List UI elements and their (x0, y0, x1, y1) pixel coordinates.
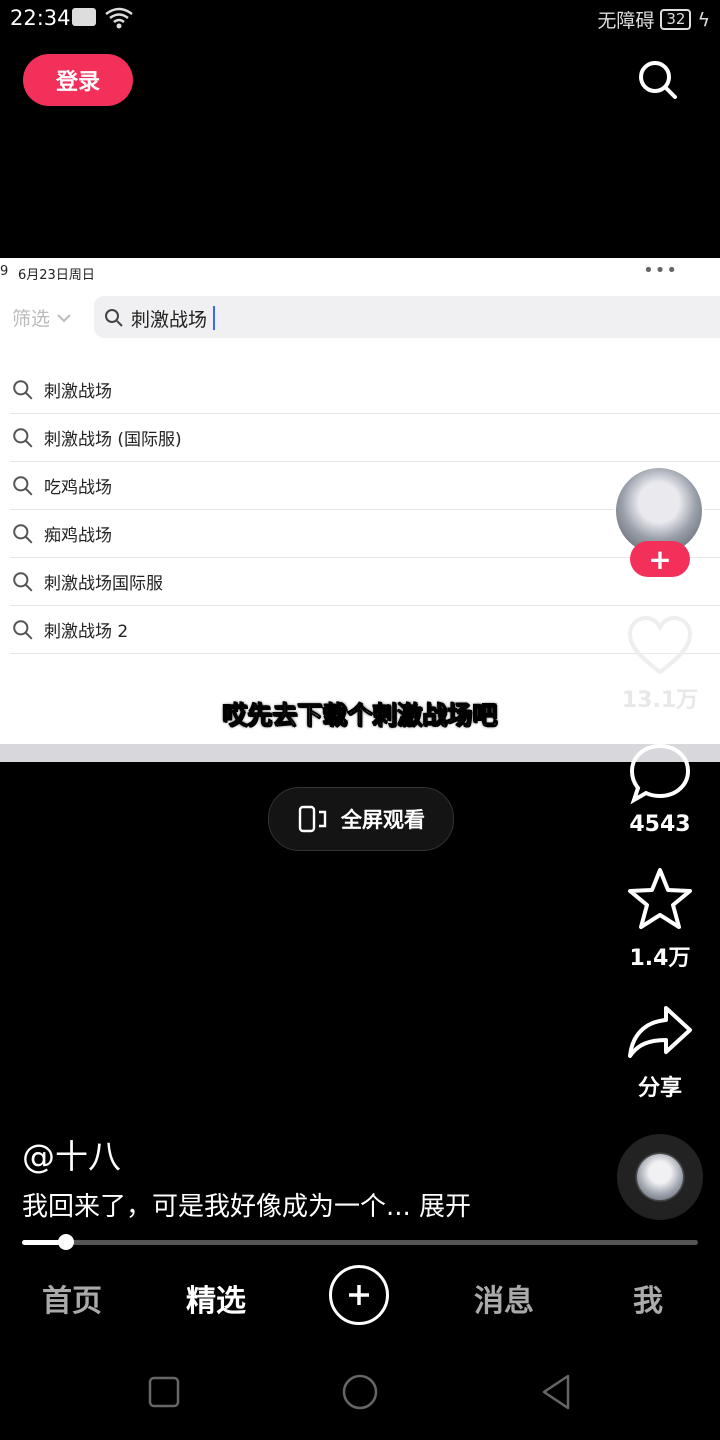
share-icon[interactable] (626, 1000, 694, 1068)
text-caret (213, 306, 215, 330)
plus-icon (349, 1285, 369, 1305)
share-label: 分享 (637, 1076, 682, 1101)
star-icon[interactable] (626, 866, 694, 934)
fullscreen-label: 全屏观看 (341, 808, 425, 832)
suggestion-text: 刺激战场 (44, 382, 112, 402)
video-filter: 筛选 (12, 304, 72, 331)
suggestion-text: 痴鸡战场 (44, 526, 112, 546)
wifi-icon (105, 7, 133, 29)
music-cover (637, 1154, 683, 1200)
status-time: 22:34 (10, 6, 71, 30)
video-date: 6月23日周日 (18, 268, 95, 283)
list-item: 刺激战场 (国际服) (10, 414, 720, 462)
comment-icon[interactable] (626, 740, 694, 808)
list-item: 刺激战场 (10, 366, 720, 414)
comment-count: 4543 (629, 812, 691, 837)
video-search-text: 刺激战场 (131, 309, 208, 331)
follow-button[interactable]: + (630, 541, 690, 577)
progress-knob[interactable] (58, 1234, 74, 1250)
notification-icon (72, 8, 96, 26)
search-icon (13, 427, 33, 448)
tab-home[interactable]: 首页 (42, 1276, 102, 1320)
search-icon (13, 571, 33, 592)
charging-icon: ϟ (697, 8, 710, 31)
suggestion-text: 刺激战场 (国际服) (44, 430, 182, 450)
video-date-prefix: 9 (0, 264, 9, 279)
fullscreen-button[interactable]: 全屏观看 (268, 787, 454, 851)
author-name[interactable]: @十八 (22, 1130, 121, 1178)
tab-featured[interactable]: 精选 (186, 1276, 246, 1320)
search-icon (13, 619, 33, 640)
more-dots-icon: ••• (643, 260, 678, 281)
add-button[interactable] (329, 1265, 389, 1325)
suggestion-text: 刺激战场 2 (44, 622, 129, 642)
tab-me[interactable]: 我 (633, 1276, 663, 1320)
list-item: 刺激战场国际服 (10, 558, 720, 606)
home-icon[interactable] (340, 1372, 380, 1412)
search-icon (13, 379, 33, 400)
post-description[interactable]: 我回来了，可是我好像成为一个... 展开 (22, 1186, 471, 1223)
suggestion-text: 吃鸡战场 (44, 478, 112, 498)
search-icon[interactable] (636, 58, 680, 102)
status-right: 无障碍 32 ϟ (597, 6, 710, 33)
progress-track[interactable] (22, 1240, 698, 1245)
search-icon (13, 475, 33, 496)
like-count: 13.1万 (621, 688, 699, 713)
recent-apps-icon[interactable] (144, 1372, 184, 1412)
favorite-count: 1.4万 (629, 946, 691, 971)
filter-label: 筛选 (12, 308, 51, 330)
video-bottom-strip (0, 744, 720, 762)
list-item: 吃鸡战场 (10, 462, 720, 510)
battery-indicator: 32 (660, 9, 692, 30)
search-icon (13, 523, 33, 544)
tab-messages[interactable]: 消息 (474, 1276, 534, 1320)
heart-icon[interactable] (626, 612, 694, 680)
phone-rotate-icon (298, 805, 327, 833)
accessibility-label: 无障碍 (597, 10, 655, 32)
suggestion-text: 刺激战场国际服 (44, 574, 163, 594)
list-item: 刺激战场 2 (10, 606, 720, 654)
back-icon[interactable] (536, 1372, 576, 1412)
search-icon (105, 309, 123, 327)
status-bar: 22:34 无障碍 32 ϟ (0, 0, 720, 36)
login-button[interactable]: 登录 (23, 54, 133, 106)
chevron-down-icon (57, 313, 71, 322)
